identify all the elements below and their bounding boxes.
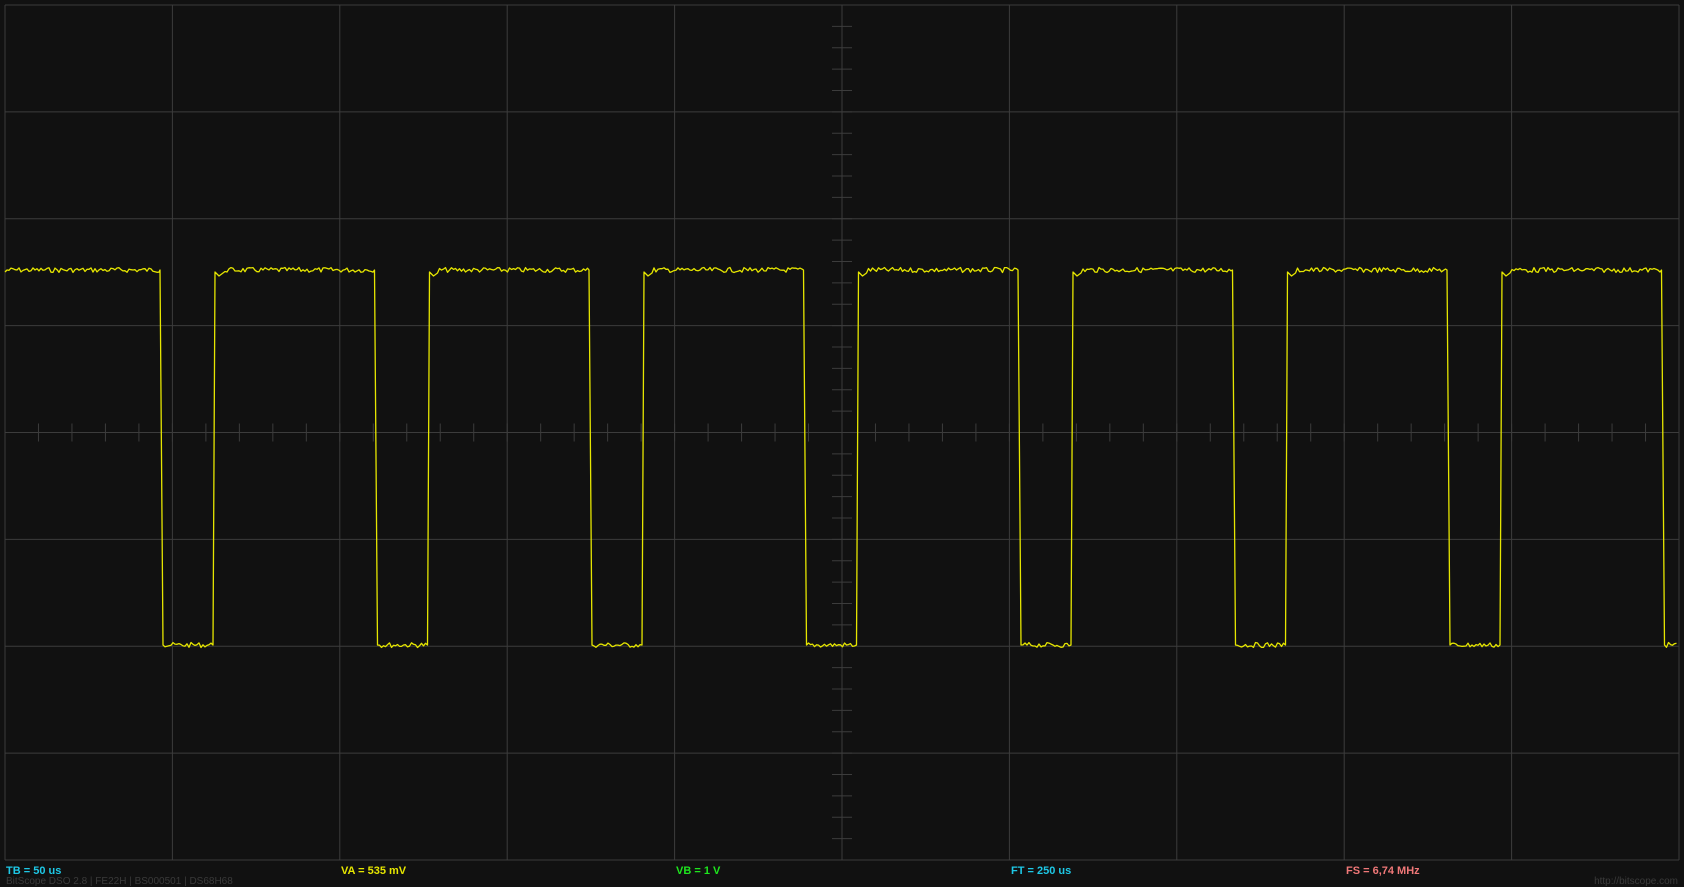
oscilloscope-display: TB = 50 us VA = 535 mV VB = 1 V FT = 250… <box>0 0 1684 887</box>
app-info-text: BitScope DSO 2.8 | FE22H | BS000501 | DS… <box>6 876 233 887</box>
sample-rate-readout: FS = 6,74 MHz <box>1346 865 1420 877</box>
frame-time-readout: FT = 250 us <box>1011 865 1072 877</box>
channel-a-readout: VA = 535 mV <box>341 865 407 877</box>
website-link[interactable]: http://bitscope.com <box>1594 876 1678 887</box>
channel-a-trace <box>4 266 1677 649</box>
scope-graticule <box>4 4 1680 861</box>
channel-b-readout: VB = 1 V <box>676 865 721 877</box>
center-axis-ticks <box>4 4 1647 840</box>
